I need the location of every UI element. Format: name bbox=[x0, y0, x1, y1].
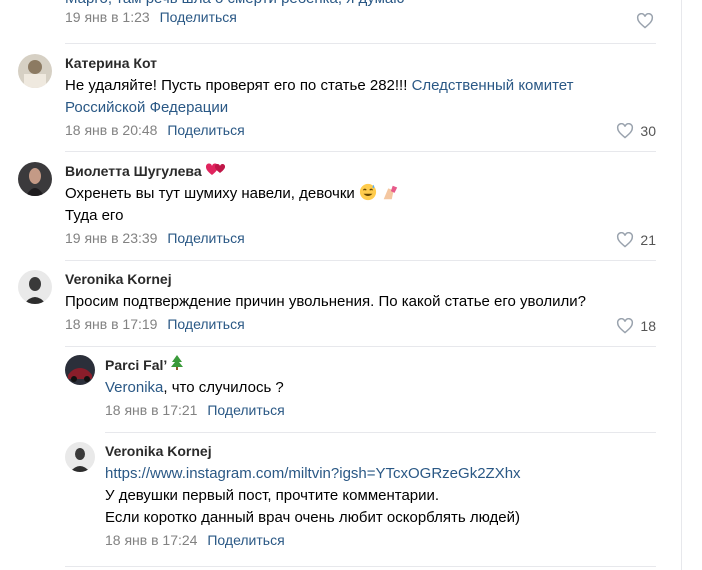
comment-date[interactable]: 18 янв в 17:19 bbox=[65, 316, 157, 332]
comment-date[interactable]: 19 янв в 1:23 bbox=[65, 9, 150, 25]
like-button[interactable]: 30 bbox=[616, 123, 656, 139]
divider bbox=[65, 43, 656, 44]
avatar[interactable] bbox=[65, 355, 95, 385]
like-count: 18 bbox=[640, 318, 656, 334]
share-button[interactable]: Поделиться bbox=[167, 230, 244, 246]
comment-text: Просим подтверждение причин увольнения. … bbox=[65, 293, 586, 310]
share-button[interactable]: Поделиться bbox=[167, 316, 244, 332]
avatar[interactable] bbox=[18, 270, 52, 304]
divider bbox=[65, 566, 656, 567]
heart-icon bbox=[617, 123, 634, 139]
comment-date[interactable]: 18 янв в 17:24 bbox=[105, 532, 197, 548]
scrollbar[interactable] bbox=[681, 0, 702, 570]
avatar[interactable] bbox=[18, 54, 52, 88]
divider bbox=[65, 260, 656, 261]
like-button[interactable]: 21 bbox=[616, 232, 656, 248]
share-button[interactable]: Поделиться bbox=[207, 532, 284, 548]
like-button[interactable]: 18 bbox=[616, 318, 656, 334]
sweat-smile-emoji-icon bbox=[359, 183, 377, 201]
comment-text: Не удаляйте! Пусть проверят его по стать… bbox=[65, 77, 408, 94]
author-name[interactable]: Parci Fal’ bbox=[105, 357, 166, 373]
partial-comment: Марго, там речь шла о смерти ребенка, я … bbox=[65, 0, 656, 26]
hearts-emoji-icon bbox=[205, 163, 225, 175]
comment-text: Если коротко данный врач очень любит оск… bbox=[105, 509, 520, 526]
author-name[interactable]: Veronika Kornej bbox=[65, 270, 656, 288]
like-count: 30 bbox=[640, 123, 656, 139]
mention-link[interactable]: Veronika bbox=[105, 379, 163, 396]
share-button[interactable]: Поделиться bbox=[207, 402, 284, 418]
like-count: 21 bbox=[640, 232, 656, 248]
divider bbox=[65, 346, 656, 347]
comment: Veronika Kornej Просим подтверждение при… bbox=[18, 270, 656, 340]
author-name[interactable]: Виолетта Шугулева bbox=[65, 163, 202, 179]
author-name[interactable]: Veronika Kornej bbox=[105, 442, 656, 460]
heart-icon bbox=[617, 318, 634, 334]
divider bbox=[65, 151, 656, 152]
comment-text: Туда его bbox=[65, 207, 124, 224]
comment: Катерина Кот Не удаляйте! Пусть проверят… bbox=[18, 54, 656, 154]
url-link[interactable]: https://www.instagram.com/miltvin?igsh=Y… bbox=[105, 463, 656, 485]
comment-text: У девушки первый пост, прочтите коммента… bbox=[105, 487, 440, 504]
reply: Veronika Kornej https://www.instagram.co… bbox=[65, 442, 656, 562]
avatar[interactable] bbox=[65, 442, 95, 472]
nail-polish-emoji-icon bbox=[383, 185, 398, 200]
christmas-tree-icon bbox=[171, 355, 184, 370]
reply: Parci Fal’ Veronika, что случилось ? 18 … bbox=[65, 355, 656, 425]
comment-date[interactable]: 19 янв в 23:39 bbox=[65, 230, 157, 246]
like-button[interactable] bbox=[636, 12, 654, 34]
comment-text: Охренеть вы тут шумиху навели, девочки bbox=[65, 185, 355, 202]
author-name[interactable]: Катерина Кот bbox=[65, 54, 656, 72]
comment: Виолетта Шугулева Охренеть вы тут шумиху… bbox=[18, 162, 656, 262]
divider bbox=[105, 432, 656, 433]
heart-icon bbox=[636, 12, 654, 29]
heart-icon bbox=[617, 232, 634, 248]
share-button[interactable]: Поделиться bbox=[160, 9, 237, 25]
comment-date[interactable]: 18 янв в 17:21 bbox=[105, 402, 197, 418]
share-button[interactable]: Поделиться bbox=[167, 122, 244, 138]
comment-date[interactable]: 18 янв в 20:48 bbox=[65, 122, 157, 138]
avatar[interactable] bbox=[18, 162, 52, 196]
comment-text: , что случилось ? bbox=[163, 379, 284, 396]
